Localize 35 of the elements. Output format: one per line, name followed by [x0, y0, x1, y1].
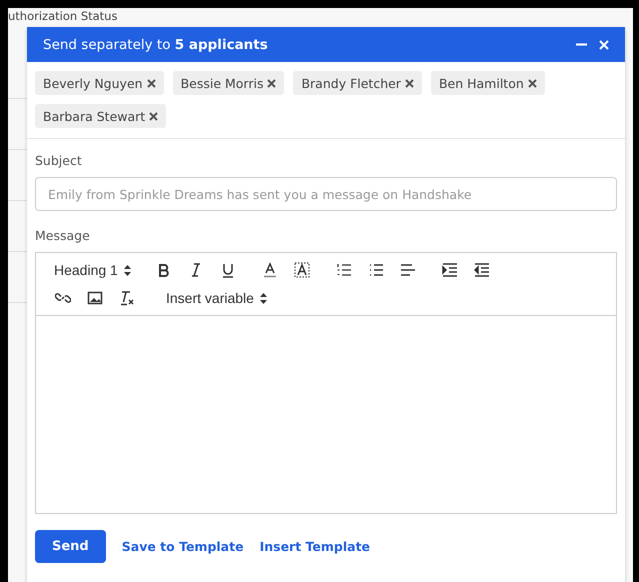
recipient-name: Beverly Nguyen	[43, 76, 143, 90]
recipient-name: Brandy Fletcher	[301, 76, 401, 90]
link-icon	[55, 290, 71, 306]
recipient-name: Ben Hamilton	[438, 76, 524, 90]
sort-icon	[124, 264, 131, 276]
remove-icon[interactable]	[146, 78, 156, 88]
minimize-icon[interactable]	[576, 43, 587, 46]
close-icon[interactable]	[599, 40, 609, 50]
send-button[interactable]: Send	[35, 530, 106, 563]
field-label: Message	[35, 228, 91, 243]
image-icon	[87, 290, 103, 306]
remove-icon[interactable]	[267, 78, 276, 88]
remove-icon[interactable]	[528, 78, 537, 88]
template-link[interactable]: Insert Template	[260, 539, 370, 554]
subject-field[interactable]: Emily from Sprinkle Dreams has sent you a message on Handshake	[35, 177, 617, 211]
column-heading: uthorization Status	[8, 9, 118, 23]
variable-select[interactable]: Insert variable	[162, 290, 271, 306]
remove-icon[interactable]	[404, 78, 414, 88]
outdent-icon	[474, 262, 490, 278]
recipient-name: Bessie Morris	[180, 76, 264, 90]
align-left-icon	[400, 262, 416, 278]
text-color-icon	[262, 262, 278, 278]
bold-icon	[158, 264, 170, 276]
dialog-title: Send separately to 5 applicants	[43, 36, 268, 52]
sort-icon	[260, 292, 267, 304]
recipient-name: Barbara Stewart	[43, 108, 146, 124]
field-label: Subject	[35, 153, 83, 168]
clear-format-icon	[119, 290, 135, 306]
template-link[interactable]: Save to Template	[122, 539, 244, 554]
remove-icon[interactable]	[149, 112, 158, 120]
highlight-icon	[294, 262, 310, 278]
heading-select[interactable]: Heading 1	[50, 262, 135, 278]
numbered-list-icon	[336, 262, 352, 278]
bullet-list-icon	[368, 262, 384, 278]
indent-icon	[442, 262, 458, 278]
